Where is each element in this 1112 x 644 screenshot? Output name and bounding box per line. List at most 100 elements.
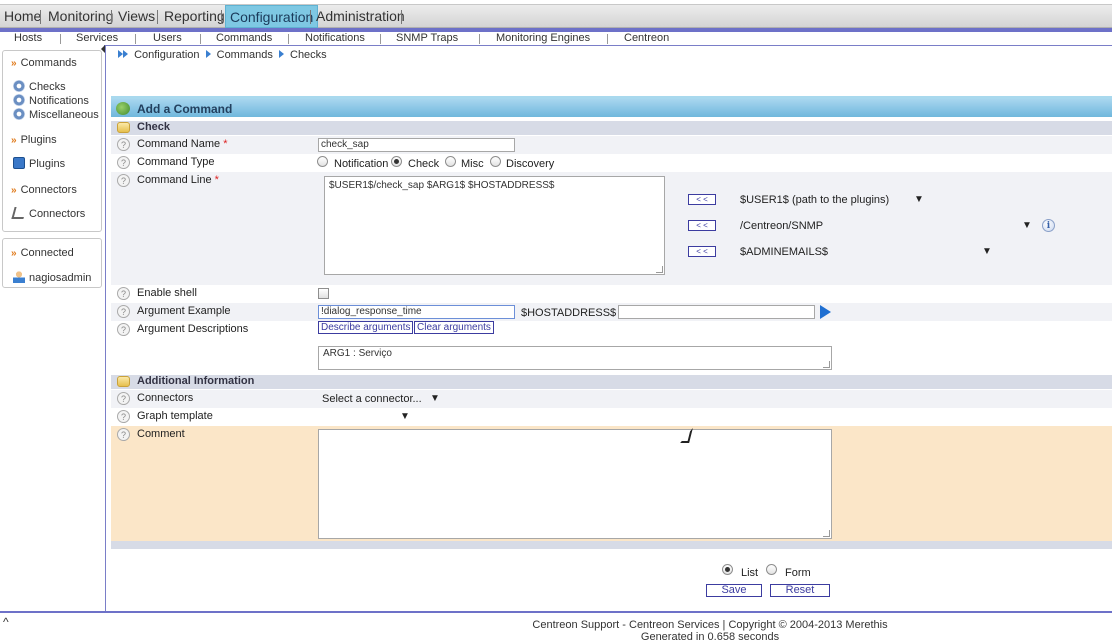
main-tab-administration[interactable]: Administration [316, 5, 405, 28]
row-graph-template: ? Graph template ▼ [111, 408, 1112, 426]
play-icon[interactable] [820, 305, 831, 319]
insert-macro-button-1[interactable]: < < [688, 194, 716, 205]
sidebar-item-connectors[interactable]: Connectors [11, 207, 85, 220]
connectors-select[interactable]: Select a connector... ▼ [322, 392, 444, 406]
radio-notification[interactable] [317, 156, 328, 167]
double-chevron-icon: » [11, 248, 17, 259]
form-title: Add a Command [137, 102, 233, 116]
main-tab-views[interactable]: Views [118, 5, 155, 28]
enable-shell-checkbox[interactable] [318, 288, 329, 299]
sub-tab-users[interactable]: Users [153, 32, 182, 45]
connector-icon [11, 207, 27, 219]
radio-label-misc: Misc [461, 158, 484, 170]
chevron-down-icon: ▼ [1022, 220, 1032, 231]
sidebar-header-connected: » Connected [11, 247, 74, 259]
sidebar-header-connectors[interactable]: » Connectors [11, 184, 77, 196]
command-line-textarea[interactable]: $USER1$/check_sap $ARG1$ $HOSTADDRESS$ [324, 176, 665, 275]
row-argument-descriptions: ? Argument Descriptions Describe argumen… [111, 321, 1112, 373]
sidebar-item-notifications[interactable]: Notifications [13, 94, 89, 107]
sub-tab-services[interactable]: Services [76, 32, 118, 45]
radio-label-discovery: Discovery [506, 158, 555, 170]
clear-arguments-button[interactable]: Clear arguments [414, 321, 494, 334]
breadcrumb-configuration[interactable]: Configuration [134, 49, 199, 61]
connected-user[interactable]: nagiosadmin [13, 271, 91, 284]
plugin-icon [13, 157, 25, 169]
sidebar-header-plugins[interactable]: » Plugins [11, 134, 57, 146]
sidebar-item-plugins[interactable]: Plugins [13, 157, 65, 170]
help-icon[interactable]: ? [117, 138, 130, 151]
radio-view-form[interactable] [766, 564, 777, 575]
hostaddress-input[interactable] [618, 305, 815, 319]
argument-descriptions-textarea[interactable]: ARG1 : Serviço [318, 346, 832, 370]
help-icon[interactable]: ? [117, 156, 130, 169]
chevron-down-icon: ▼ [400, 411, 410, 422]
reset-button[interactable]: Reset [770, 584, 830, 597]
breadcrumb-arrow-icon [205, 50, 211, 58]
resize-grip-icon[interactable] [823, 530, 830, 537]
resize-grip-icon[interactable] [656, 266, 663, 273]
macro-select-adminemails[interactable]: $ADMINEMAILS$ ▼ [740, 245, 992, 259]
help-icon[interactable]: ? [117, 287, 130, 300]
sub-tab-notifications[interactable]: Notifications [305, 32, 365, 45]
help-icon[interactable]: ? [117, 428, 130, 441]
radio-discovery[interactable] [490, 156, 501, 167]
nav-separator [200, 34, 201, 44]
label-command-name: Command Name * [137, 138, 228, 150]
chevron-down-icon: ▼ [982, 246, 992, 257]
gear-icon [13, 108, 25, 120]
label-connectors: Connectors [137, 392, 194, 404]
footer-divider [0, 611, 1112, 613]
folder-icon [117, 122, 130, 133]
help-icon[interactable]: ? [117, 323, 130, 336]
insert-macro-button-3[interactable]: < < [688, 246, 716, 257]
breadcrumb-commands[interactable]: Commands [217, 49, 273, 61]
radio-label-check: Check [408, 158, 440, 170]
radio-check[interactable] [391, 156, 402, 167]
double-chevron-icon: » [11, 135, 17, 146]
resize-grip-icon[interactable] [823, 361, 830, 368]
argument-example-input[interactable]: !dialog_response_time [318, 305, 515, 319]
footer-copyright: Centreon Support - Centreon Services | C… [532, 619, 888, 631]
command-name-input[interactable]: check_sap [318, 138, 515, 152]
help-icon[interactable]: ? [117, 305, 130, 318]
info-icon[interactable]: i [1042, 219, 1055, 232]
sidebar-item-miscellaneous[interactable]: Miscellaneous [13, 108, 99, 121]
sub-tab-centreon[interactable]: Centreon [624, 32, 669, 45]
radio-misc[interactable] [445, 156, 456, 167]
sub-tab-commands[interactable]: Commands [216, 32, 272, 45]
sub-tab-snmp-traps[interactable]: SNMP Traps [396, 32, 458, 45]
sidebar-header-commands[interactable]: » Commands [11, 57, 77, 69]
main-tab-configuration[interactable]: Configuration [225, 5, 319, 28]
insert-macro-button-2[interactable]: < < [688, 220, 716, 231]
label-command-type: Command Type [137, 156, 215, 168]
nav-separator [380, 34, 381, 44]
macro-select-path[interactable]: /Centreon/SNMP ▼ [740, 219, 1032, 233]
sub-tab-hosts[interactable]: Hosts [14, 32, 42, 45]
sidebar-item-checks[interactable]: Checks [13, 80, 66, 93]
radio-label-notification: Notification [334, 158, 389, 170]
describe-arguments-button[interactable]: Describe arguments [318, 321, 414, 334]
help-icon[interactable]: ? [117, 392, 130, 405]
nav-separator [288, 34, 289, 44]
main-tab-reporting[interactable]: Reporting [164, 5, 225, 28]
help-icon[interactable]: ? [117, 410, 130, 423]
hostaddress-label: $HOSTADDRESS$ [521, 307, 617, 319]
gear-icon [13, 94, 25, 106]
breadcrumb-arrow-icon [123, 50, 128, 58]
label-graph-template: Graph template [137, 410, 213, 422]
row-comment: ? Comment [111, 426, 1112, 541]
sub-tab-monitoring-engines[interactable]: Monitoring Engines [496, 32, 590, 45]
main-tab-monitoring[interactable]: Monitoring [48, 5, 113, 28]
radio-label-form: Form [785, 567, 811, 579]
radio-view-list[interactable] [722, 564, 733, 575]
save-button[interactable]: Save [706, 584, 762, 597]
macro-select-user1[interactable]: $USER1$ (path to the plugins) ▼ [740, 193, 924, 207]
main-tab-home[interactable]: Home [4, 5, 41, 28]
help-icon[interactable]: ? [117, 174, 130, 187]
graph-template-select[interactable]: ▼ [318, 410, 414, 424]
breadcrumb-checks[interactable]: Checks [290, 49, 327, 61]
comment-textarea[interactable] [318, 429, 832, 539]
add-command-icon [116, 102, 130, 115]
nav-separator [221, 10, 222, 24]
nav-separator [40, 10, 41, 24]
